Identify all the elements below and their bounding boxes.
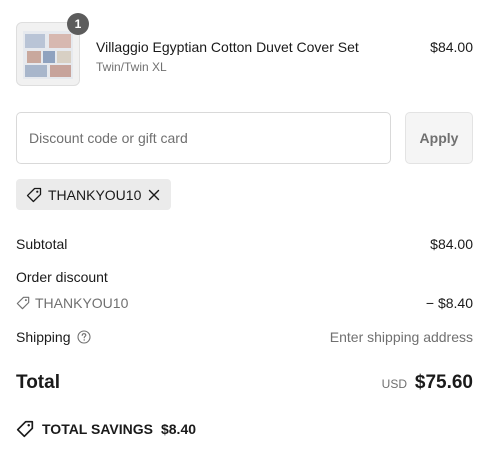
item-title: Villaggio Egyptian Cotton Duvet Cover Se…	[96, 39, 359, 55]
line-item: 1 Villaggio Egyptian Cotton Duvet Cover …	[16, 13, 473, 88]
total-currency: USD	[381, 377, 407, 391]
item-price: $84.00	[430, 39, 473, 55]
quantity-badge: 1	[67, 13, 89, 35]
product-thumbnail: 1	[16, 13, 89, 86]
order-discount-label: Order discount	[16, 269, 108, 285]
subtotal-value: $84.00	[430, 236, 473, 252]
tag-icon	[26, 187, 42, 203]
apply-button[interactable]: Apply	[405, 112, 473, 164]
applied-discount-chip: THANKYOU10	[16, 179, 171, 210]
order-summary: 1 Villaggio Egyptian Cotton Duvet Cover …	[16, 0, 473, 461]
tag-icon	[16, 296, 30, 310]
question-circle-icon[interactable]	[76, 330, 91, 344]
shipping-row: Shipping Enter shipping address	[16, 329, 473, 345]
subtotal-row: Subtotal $84.00	[16, 236, 473, 252]
discount-code-input[interactable]	[16, 112, 391, 164]
shipping-label: Shipping	[16, 329, 71, 345]
discount-code-label: THANKYOU10	[35, 295, 129, 311]
subtotal-label: Subtotal	[16, 236, 68, 252]
total-savings: TOTAL SAVINGS $8.40	[16, 420, 196, 438]
tag-icon	[16, 420, 34, 438]
savings-value: $8.40	[160, 421, 197, 437]
savings-label: TOTAL SAVINGS	[42, 421, 153, 437]
discount-code-row: THANKYOU10 − $8.40	[16, 295, 473, 313]
discount-value: − $8.40	[425, 295, 473, 311]
total-label: Total	[16, 372, 60, 393]
order-discount-row: Order discount	[16, 269, 473, 285]
item-variant: Twin/Twin XL	[96, 60, 167, 74]
shipping-value: Enter shipping address	[329, 329, 473, 345]
applied-code-label: THANKYOU10	[48, 186, 142, 203]
close-icon[interactable]	[147, 188, 161, 202]
total-value: $75.60	[414, 372, 473, 393]
duvet-image	[23, 31, 73, 79]
